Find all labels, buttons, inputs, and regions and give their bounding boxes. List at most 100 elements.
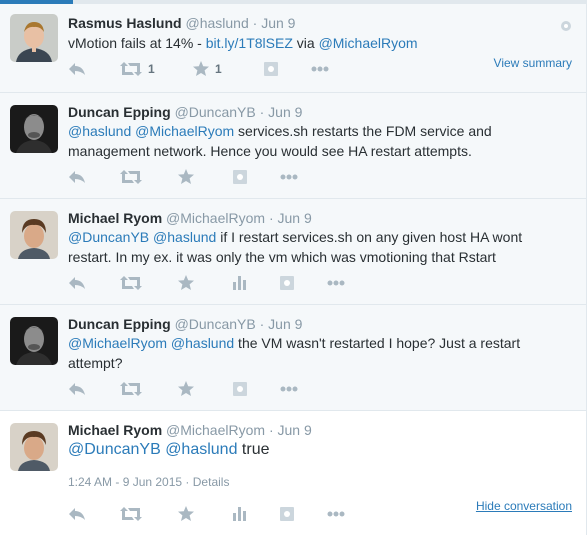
retweet-button[interactable]: 1 — [120, 59, 155, 79]
favorite-button[interactable] — [178, 379, 194, 399]
analytics-button[interactable] — [233, 504, 247, 524]
hide-conversation-link[interactable]: Hide conversation — [476, 499, 572, 513]
author-handle[interactable]: @MichaelRyom — [166, 210, 265, 226]
reply-icon — [69, 277, 85, 289]
tweet-url-link[interactable]: bit.ly/1T8lSEZ — [206, 35, 293, 51]
media-button[interactable] — [233, 167, 247, 187]
more-button[interactable] — [327, 504, 345, 524]
photo-icon — [264, 62, 278, 76]
mention-link[interactable]: @DuncanYB — [68, 441, 161, 458]
reply-button[interactable] — [68, 504, 86, 524]
tweet-header: Duncan Epping @DuncanYB · Jun 9 — [68, 316, 302, 332]
retweet-button[interactable] — [120, 273, 142, 293]
author-handle[interactable]: @haslund — [185, 15, 248, 31]
more-dots-icon — [327, 280, 345, 286]
star-icon — [178, 381, 194, 396]
retweet-button[interactable] — [120, 504, 142, 524]
mention-link[interactable]: @haslund — [153, 229, 216, 245]
media-button[interactable] — [233, 379, 247, 399]
tweet-2[interactable]: Duncan Epping @DuncanYB · Jun 9 @haslund… — [0, 93, 586, 199]
tweet-text: @DuncanYB @haslund if I restart services… — [68, 227, 563, 267]
star-icon — [178, 506, 194, 521]
more-dots-icon — [280, 386, 298, 392]
more-button[interactable] — [311, 59, 329, 79]
tweet-header: Michael Ryom @MichaelRyom · Jun 9 — [68, 210, 312, 226]
author-fullname[interactable]: Duncan Epping — [68, 104, 171, 120]
tweet-time[interactable]: Jun 9 — [278, 210, 312, 226]
mention-link[interactable]: @haslund — [165, 441, 237, 458]
mention-link[interactable]: @MichaelRyom — [68, 335, 167, 351]
reply-icon — [69, 171, 85, 183]
favorite-button[interactable] — [178, 167, 194, 187]
mention-link[interactable]: @MichaelRyom — [319, 35, 418, 51]
tweet-meta: 1:24 AM - 9 Jun 2015 · Details — [68, 475, 229, 489]
tweet-5-focused[interactable]: Michael Ryom @MichaelRyom · Jun 9 @Dunca… — [0, 411, 586, 535]
mention-link[interactable]: @haslund — [68, 123, 131, 139]
tweet-actions — [68, 167, 568, 187]
favorite-button[interactable] — [178, 504, 194, 524]
retweet-count[interactable]: 1 — [148, 62, 155, 76]
photo-icon — [233, 382, 247, 396]
tweet-header: Duncan Epping @DuncanYB · Jun 9 — [68, 104, 302, 120]
avatar-rasmus-haslund[interactable] — [10, 14, 58, 62]
tweet-time[interactable]: Jun 9 — [278, 422, 312, 438]
favorite-count[interactable]: 1 — [215, 62, 222, 76]
avatar-michael-ryom[interactable] — [10, 423, 58, 471]
avatar-michael-ryom[interactable] — [10, 211, 58, 259]
tweet-time[interactable]: Jun 9 — [268, 104, 302, 120]
more-button[interactable] — [280, 167, 298, 187]
separator-dot: · — [185, 475, 190, 489]
mention-link[interactable]: @DuncanYB — [68, 229, 149, 245]
analytics-button[interactable] — [233, 273, 247, 293]
tweet-1[interactable]: Rasmus Haslund @haslund · Jun 9 vMotion … — [0, 4, 586, 93]
author-fullname[interactable]: Michael Ryom — [68, 422, 162, 438]
reply-button[interactable] — [68, 379, 86, 399]
author-handle[interactable]: @DuncanYB — [175, 316, 256, 332]
more-button[interactable] — [327, 273, 345, 293]
retweet-button[interactable] — [120, 379, 142, 399]
bar-chart-icon — [233, 276, 246, 290]
author-fullname[interactable]: Duncan Epping — [68, 316, 171, 332]
tweet-text: @DuncanYB @haslund true — [68, 439, 563, 461]
photo-icon — [280, 507, 294, 521]
tweet-text-body: true — [237, 441, 270, 458]
author-fullname[interactable]: Rasmus Haslund — [68, 15, 182, 31]
tweet-time[interactable]: Jun 9 — [268, 316, 302, 332]
tweet-actions — [68, 504, 468, 524]
avatar-duncan-epping[interactable] — [10, 105, 58, 153]
separator-dot: · — [259, 104, 265, 120]
mention-link[interactable]: @MichaelRyom — [135, 123, 234, 139]
retweet-button[interactable] — [120, 167, 142, 187]
tweet-actions — [68, 379, 568, 399]
reply-button[interactable] — [68, 273, 86, 293]
favorite-button[interactable] — [178, 273, 194, 293]
star-icon — [178, 275, 194, 290]
media-button[interactable] — [280, 504, 294, 524]
tweet-timestamp[interactable]: 1:24 AM - 9 Jun 2015 — [68, 475, 182, 489]
bar-chart-icon — [233, 507, 246, 521]
media-button[interactable] — [264, 59, 278, 79]
tweet-text: @MichaelRyom @haslund the VM wasn't rest… — [68, 333, 563, 373]
star-icon — [193, 61, 209, 76]
tweet-text-plain: vMotion fails at 14% - — [68, 35, 206, 51]
tweet-3[interactable]: Michael Ryom @MichaelRyom · Jun 9 @Dunca… — [0, 199, 586, 305]
tweet-4[interactable]: Duncan Epping @DuncanYB · Jun 9 @Michael… — [0, 305, 586, 411]
more-dots-icon — [311, 66, 329, 72]
reply-button[interactable] — [68, 167, 86, 187]
avatar-duncan-epping[interactable] — [10, 317, 58, 365]
reply-icon — [69, 63, 85, 75]
reply-button[interactable] — [68, 59, 86, 79]
media-button[interactable] — [280, 273, 294, 293]
author-handle[interactable]: @MichaelRyom — [166, 422, 265, 438]
mention-link[interactable]: @haslund — [171, 335, 234, 351]
author-handle[interactable]: @DuncanYB — [175, 104, 256, 120]
favorite-button[interactable]: 1 — [193, 59, 222, 79]
details-link[interactable]: Details — [193, 475, 230, 489]
author-fullname[interactable]: Michael Ryom — [68, 210, 162, 226]
view-summary-link[interactable]: View summary — [494, 56, 572, 70]
more-button[interactable] — [280, 379, 298, 399]
tweet-time[interactable]: Jun 9 — [261, 15, 295, 31]
gear-icon[interactable] — [560, 20, 572, 32]
tweet-text-body: services.sh restarts the FDM service and… — [68, 123, 492, 159]
tweet-text: vMotion fails at 14% - bit.ly/1T8lSEZ vi… — [68, 33, 563, 53]
